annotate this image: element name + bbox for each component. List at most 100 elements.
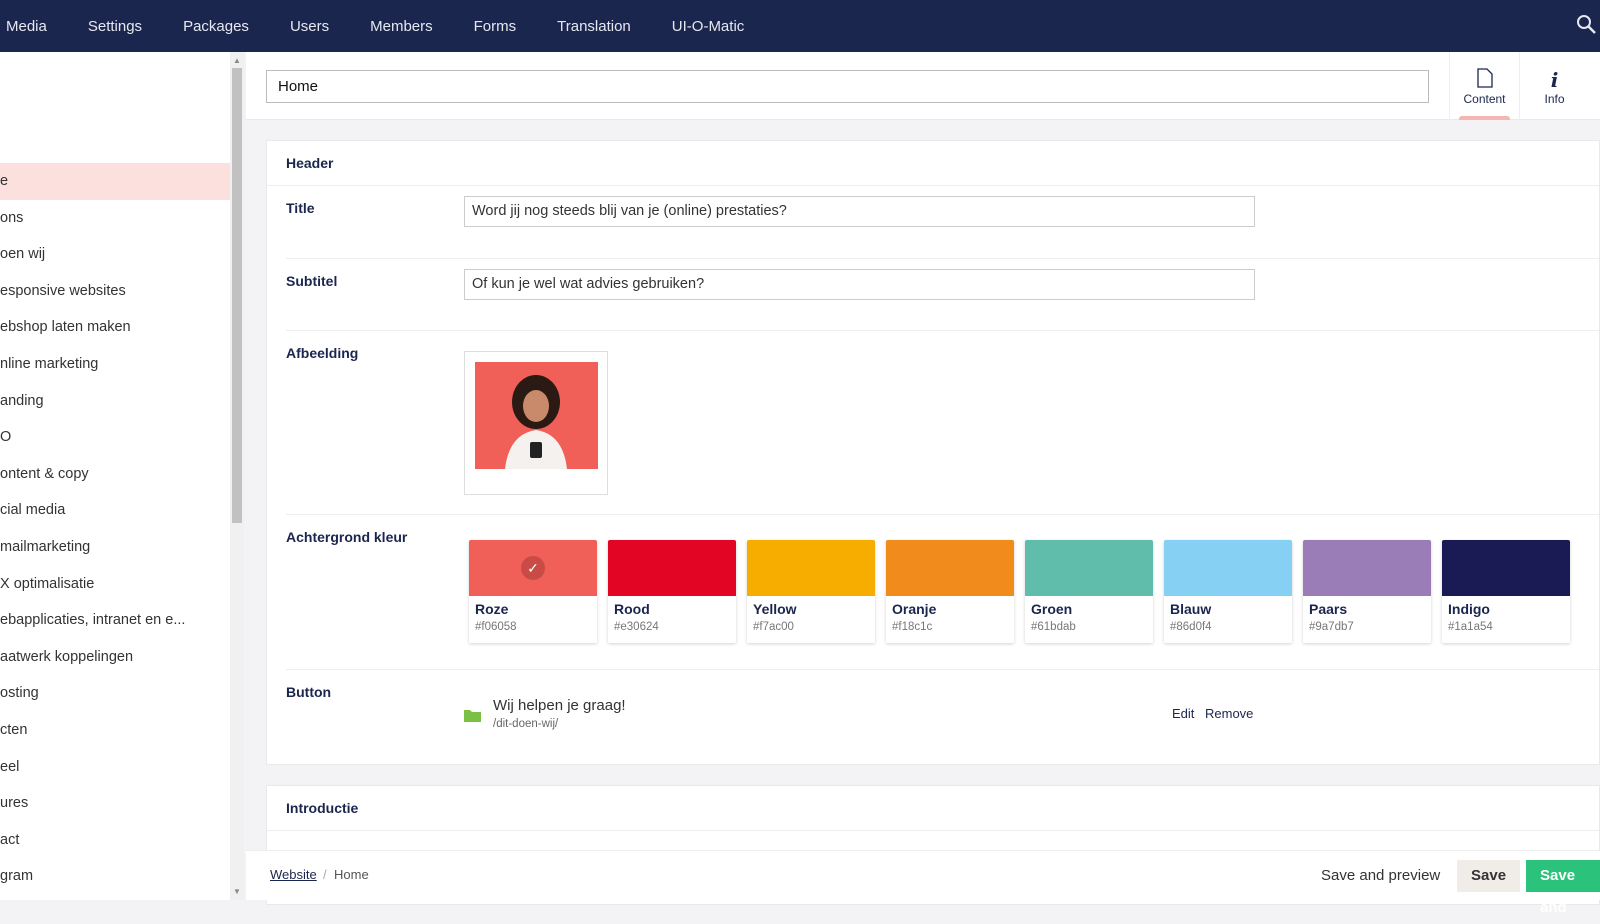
color-swatch-blauw[interactable]: Blauw #86d0f4 xyxy=(1164,540,1292,643)
tree-item[interactable]: mailmarketing xyxy=(0,529,244,566)
color-swatch-rood[interactable]: Rood #e30624 xyxy=(608,540,736,643)
tree-item[interactable]: e xyxy=(0,163,244,200)
image-property: Afbeelding xyxy=(286,331,1599,515)
background-color-property: Achtergrond kleur ✓ Roze #f06058 Rood #e3062… xyxy=(286,515,1599,670)
link-name: Wij helpen je graag! xyxy=(493,697,626,714)
save-and-publish-button[interactable]: Save and xyxy=(1526,860,1600,916)
breadcrumb-home: Home xyxy=(334,867,369,882)
nav-translation[interactable]: Translation xyxy=(557,18,631,35)
nav-members[interactable]: Members xyxy=(370,18,433,35)
subtitle-property: Subtitel Of kun je wel wat advies gebrui… xyxy=(286,259,1599,331)
tree-item[interactable]: eel xyxy=(0,749,244,786)
color-swatch-paars[interactable]: Paars #9a7db7 xyxy=(1303,540,1431,643)
swatch-hex: #86d0f4 xyxy=(1170,621,1212,633)
header-panel: Header Title Word jij nog steeds blij va… xyxy=(266,140,1600,765)
tree-item[interactable]: cial media xyxy=(0,492,244,529)
color-swatches: ✓ Roze #f06058 Rood #e30624 Yellow #f7ac00 Oran… xyxy=(469,540,1570,643)
tree-item[interactable]: X optimalisatie xyxy=(0,566,244,603)
swatch-name: Indigo xyxy=(1448,601,1490,617)
swatch-name: Paars xyxy=(1309,601,1348,617)
save-button[interactable]: Save xyxy=(1457,860,1521,892)
tree-item[interactable]: cten xyxy=(0,712,244,749)
swatch-color xyxy=(1164,540,1292,596)
app-content-tab[interactable]: Content xyxy=(1449,52,1519,120)
swatch-name: Oranje xyxy=(892,601,937,617)
tree-item[interactable]: oen wij xyxy=(0,236,244,273)
document-icon xyxy=(1476,68,1493,88)
tree-item[interactable]: gram xyxy=(0,858,244,895)
tree-item[interactable]: nline marketing xyxy=(0,346,244,383)
nav-ui-o-matic[interactable]: UI-O-Matic xyxy=(672,18,745,35)
sidebar-scrollbar[interactable]: ▲ ▼ xyxy=(230,52,244,900)
color-swatch-groen[interactable]: Groen #61bdab xyxy=(1025,540,1153,643)
swatch-hex: #f7ac00 xyxy=(753,621,794,633)
breadcrumb-separator: / xyxy=(323,867,327,882)
nav-users[interactable]: Users xyxy=(290,18,329,35)
swatch-color xyxy=(747,540,875,596)
swatch-name: Blauw xyxy=(1170,601,1212,617)
swatch-color xyxy=(886,540,1014,596)
scroll-up-arrow-icon[interactable]: ▲ xyxy=(233,56,241,65)
button-label: Button xyxy=(286,684,332,700)
info-icon: i xyxy=(1550,68,1559,92)
nav-media[interactable]: Media xyxy=(6,18,47,35)
color-swatch-oranje[interactable]: Oranje #f18c1c xyxy=(886,540,1014,643)
breadcrumb-website[interactable]: Website xyxy=(270,867,317,882)
edit-link-button[interactable]: Edit xyxy=(1172,706,1194,721)
nav-forms[interactable]: Forms xyxy=(474,18,517,35)
tree-item[interactable]: ons xyxy=(0,200,244,237)
swatch-name: Yellow xyxy=(753,601,797,617)
title-input[interactable]: Word jij nog steeds blij van je (online)… xyxy=(464,196,1255,227)
swatch-color xyxy=(608,540,736,596)
image-label: Afbeelding xyxy=(286,345,359,361)
nav-packages[interactable]: Packages xyxy=(183,18,249,35)
tree-item[interactable]: aatwerk koppelingen xyxy=(0,639,244,676)
color-swatch-indigo[interactable]: Indigo #1a1a54 xyxy=(1442,540,1570,643)
tree-item[interactable]: ebapplicaties, intranet en e... xyxy=(0,602,244,639)
swatch-name: Groen xyxy=(1031,601,1073,617)
selected-image-thumbnail[interactable] xyxy=(475,362,598,469)
remove-link-button[interactable]: Remove xyxy=(1205,706,1253,721)
nav-settings[interactable]: Settings xyxy=(88,18,142,35)
app-info-label: Info xyxy=(1544,92,1565,106)
color-swatch-yellow[interactable]: Yellow #f7ac00 xyxy=(747,540,875,643)
folder-icon xyxy=(464,710,481,722)
editor-footer: Website / Home Save and preview Save Sav… xyxy=(246,850,1600,916)
title-label: Title xyxy=(286,200,315,216)
color-swatch-roze[interactable]: ✓ Roze #f06058 xyxy=(469,540,597,643)
node-name-input[interactable] xyxy=(266,70,1429,103)
swatch-color: ✓ xyxy=(469,540,597,596)
scrollbar-thumb[interactable] xyxy=(232,68,242,523)
link-url: /dit-doen-wij/ xyxy=(493,718,559,730)
background-color-label: Achtergrond kleur xyxy=(286,529,408,545)
swatch-hex: #f06058 xyxy=(475,621,517,633)
subtitle-input[interactable]: Of kun je wel wat advies gebruiken? xyxy=(464,269,1255,300)
swatch-hex: #f18c1c xyxy=(892,621,933,633)
header-panel-title: Header xyxy=(267,141,1599,186)
swatch-hex: #61bdab xyxy=(1031,621,1076,633)
tree-item[interactable]: act xyxy=(0,822,244,859)
swatch-name: Rood xyxy=(614,601,650,617)
scroll-down-arrow-icon[interactable]: ▼ xyxy=(233,887,241,896)
swatch-color xyxy=(1025,540,1153,596)
tree-item[interactable]: osting xyxy=(0,675,244,712)
checkmark-icon: ✓ xyxy=(521,556,545,580)
swatch-color xyxy=(1303,540,1431,596)
tree-item[interactable]: ebshop laten maken xyxy=(0,309,244,346)
search-icon[interactable] xyxy=(1576,14,1596,34)
tree-item[interactable]: anding xyxy=(0,383,244,420)
app-info-tab[interactable]: i Info xyxy=(1519,52,1589,120)
swatch-name: Roze xyxy=(475,601,509,617)
save-and-preview-button[interactable]: Save and preview xyxy=(1307,860,1454,892)
content-tree: e ons oen wij esponsive websites ebshop late… xyxy=(0,52,244,900)
title-property: Title Word jij nog steeds blij van je (o… xyxy=(286,186,1599,259)
tree-item[interactable]: O xyxy=(0,419,244,456)
tree-item[interactable]: ontent & copy xyxy=(0,456,244,493)
app-content-label: Content xyxy=(1463,92,1506,106)
image-picker[interactable] xyxy=(464,351,608,495)
tree-item[interactable]: ures xyxy=(0,785,244,822)
top-navigation: Media Settings Packages Users Members Fo… xyxy=(0,0,1600,52)
tree-item[interactable]: esponsive websites xyxy=(0,273,244,310)
introductie-panel-title: Introductie xyxy=(267,786,1599,831)
swatch-color xyxy=(1442,540,1570,596)
